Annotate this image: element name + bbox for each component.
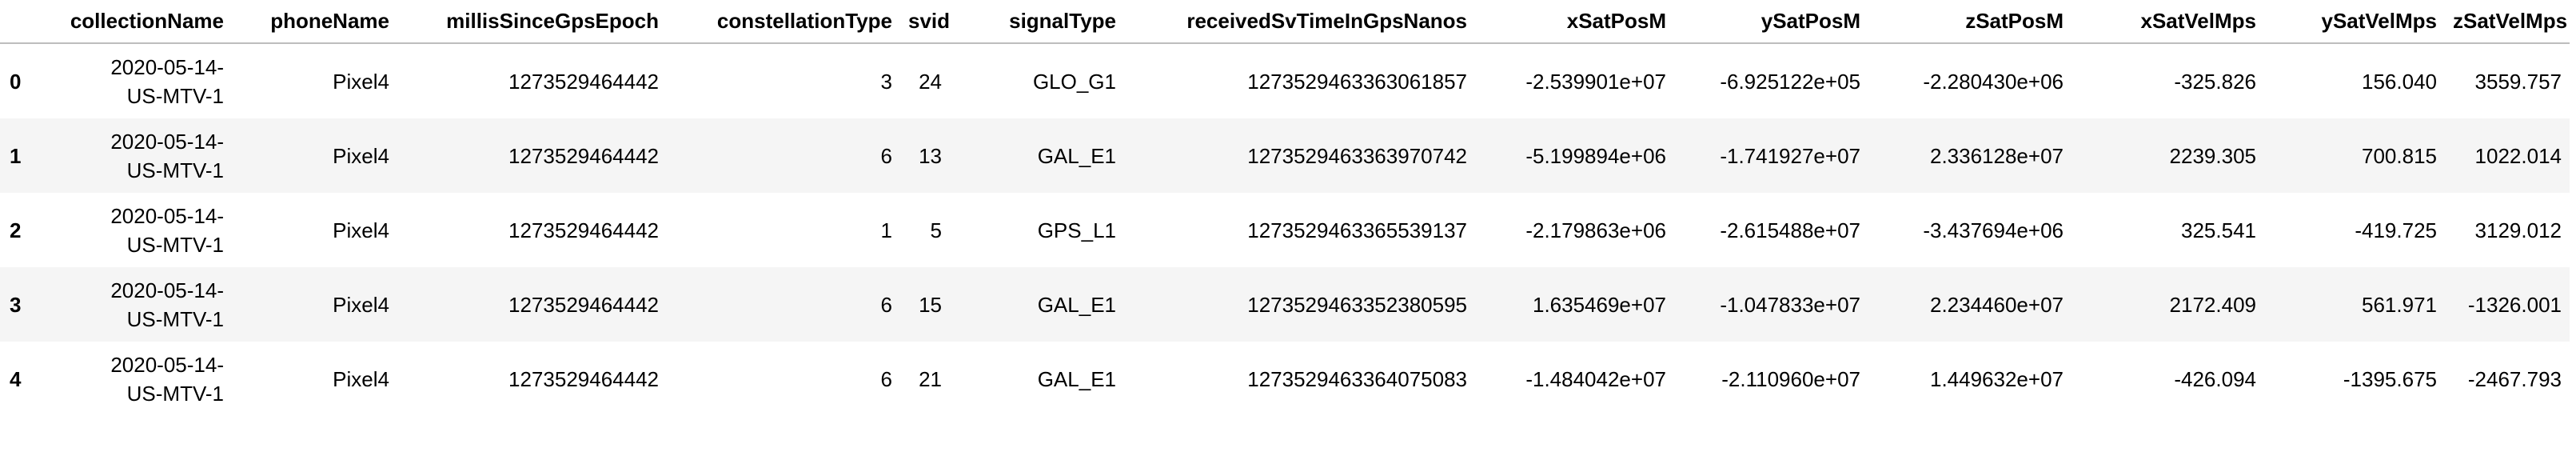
column-header-y-sat-vel: ySatVelMps xyxy=(2264,0,2445,44)
cell-phone-name: Pixel4 xyxy=(333,366,389,391)
cell-received-sv-time: 1273529463364075083 xyxy=(1247,366,1467,391)
column-header-x-sat-vel: xSatVelMps xyxy=(2072,0,2264,44)
column-header-constellation-type: constellationType xyxy=(667,0,900,44)
cell-x-sat-vel: -426.094 xyxy=(2174,366,2256,391)
cell-z-sat-vel: 3129.012 xyxy=(2474,218,2562,242)
cell-signal-type: GPS_L1 xyxy=(1037,218,1116,242)
cell-received-sv-time: 1273529463365539137 xyxy=(1247,218,1467,242)
cell-millis-since-gps-epoch: 1273529464442 xyxy=(397,118,667,193)
cell-millis-since-gps-epoch: 1273529464442 xyxy=(508,366,659,391)
cell-collection-name: 2020-05-14-US-MTV-1 xyxy=(110,352,224,406)
cell-x-sat-vel: 2172.409 xyxy=(2072,267,2264,342)
cell-millis-since-gps-epoch: 1273529464442 xyxy=(508,69,659,94)
cell-received-sv-time: 1273529463352380595 xyxy=(1124,267,1475,342)
column-header-index xyxy=(0,0,40,44)
cell-y-sat-pos: -1.047833e+07 xyxy=(1674,267,1868,342)
column-header-millis-since-gps-epoch: millisSinceGpsEpoch xyxy=(397,0,667,44)
cell-z-sat-pos: -3.437694e+06 xyxy=(1923,218,2064,242)
cell-signal-type: GAL_E1 xyxy=(950,267,1124,342)
dataframe-table: collectionName phoneName millisSinceGpsEpo… xyxy=(0,0,2570,416)
cell-collection-name: 2020-05-14-US-MTV-1 xyxy=(40,267,232,342)
header-row: collectionName phoneName millisSinceGpsEpo… xyxy=(0,0,2570,44)
column-header-y-sat-pos: ySatPosM xyxy=(1674,0,1868,44)
cell-svid: 13 xyxy=(900,118,950,193)
cell-x-sat-pos: -2.179863e+06 xyxy=(1525,218,1666,242)
cell-index: 4 xyxy=(10,366,22,391)
cell-z-sat-pos: 2.234460e+07 xyxy=(1868,267,2072,342)
column-header-z-sat-vel: zSatVelMps xyxy=(2445,0,2570,44)
cell-signal-type: GAL_E1 xyxy=(1037,366,1116,391)
cell-constellation-type: 3 xyxy=(880,69,892,94)
column-header-collection-name: collectionName xyxy=(40,0,232,44)
cell-collection-name: 2020-05-14-US-MTV-1 xyxy=(110,54,224,108)
cell-z-sat-vel: 1022.014 xyxy=(2445,118,2570,193)
cell-y-sat-pos: -1.741927e+07 xyxy=(1674,118,1868,193)
cell-x-sat-vel: -325.826 xyxy=(2174,69,2256,94)
column-header-z-sat-pos: zSatPosM xyxy=(1868,0,2072,44)
column-header-svid: svid xyxy=(900,0,950,44)
cell-z-sat-vel: -2467.793 xyxy=(2467,366,2562,391)
cell-x-sat-pos: -1.484042e+07 xyxy=(1525,366,1666,391)
table-row: 1 2020-05-14-US-MTV-1 Pixel4 1273529464442 6… xyxy=(0,118,2570,193)
cell-constellation-type: 6 xyxy=(667,267,900,342)
cell-constellation-type: 6 xyxy=(667,118,900,193)
cell-z-sat-vel: -1326.001 xyxy=(2445,267,2570,342)
cell-y-sat-vel: -1395.675 xyxy=(2343,366,2437,391)
cell-received-sv-time: 1273529463363061857 xyxy=(1247,69,1467,94)
cell-collection-name: 2020-05-14-US-MTV-1 xyxy=(110,203,224,257)
cell-x-sat-pos: 1.635469e+07 xyxy=(1475,267,1674,342)
table-row: 0 2020-05-14-US-MTV-1 Pixel4 1273529464442 3… xyxy=(0,43,2570,118)
column-header-received-sv-time: receivedSvTimeInGpsNanos xyxy=(1124,0,1475,44)
cell-z-sat-vel: 3559.757 xyxy=(2474,69,2562,94)
table-row: 4 2020-05-14-US-MTV-1 Pixel4 1273529464442 6… xyxy=(0,342,2570,416)
cell-x-sat-pos: -2.539901e+07 xyxy=(1525,69,1666,94)
cell-z-sat-pos: 1.449632e+07 xyxy=(1929,366,2064,391)
column-header-phone-name: phoneName xyxy=(232,0,397,44)
column-header-x-sat-pos: xSatPosM xyxy=(1475,0,1674,44)
cell-millis-since-gps-epoch: 1273529464442 xyxy=(397,267,667,342)
cell-y-sat-pos: -2.615488e+07 xyxy=(1720,218,1860,242)
cell-received-sv-time: 1273529463363970742 xyxy=(1124,118,1475,193)
cell-z-sat-pos: 2.336128e+07 xyxy=(1868,118,2072,193)
cell-phone-name: Pixel4 xyxy=(232,118,397,193)
cell-z-sat-pos: -2.280430e+06 xyxy=(1923,69,2064,94)
cell-phone-name: Pixel4 xyxy=(232,267,397,342)
cell-signal-type: GLO_G1 xyxy=(1032,69,1116,94)
column-header-signal-type: signalType xyxy=(950,0,1124,44)
cell-millis-since-gps-epoch: 1273529464442 xyxy=(508,218,659,242)
cell-x-sat-vel: 325.541 xyxy=(2181,218,2256,242)
cell-signal-type: GAL_E1 xyxy=(950,118,1124,193)
table-row: 3 2020-05-14-US-MTV-1 Pixel4 1273529464442 6… xyxy=(0,267,2570,342)
cell-y-sat-vel: 700.815 xyxy=(2264,118,2445,193)
cell-index: 3 xyxy=(0,267,40,342)
cell-index: 2 xyxy=(10,218,22,242)
cell-svid: 24 xyxy=(919,69,942,94)
cell-collection-name: 2020-05-14-US-MTV-1 xyxy=(40,118,232,193)
cell-y-sat-vel: -419.725 xyxy=(2355,218,2437,242)
cell-index: 0 xyxy=(10,69,22,94)
cell-y-sat-pos: -2.110960e+07 xyxy=(1721,366,1860,391)
cell-svid: 5 xyxy=(930,218,942,242)
cell-y-sat-vel: 156.040 xyxy=(2362,69,2437,94)
cell-constellation-type: 1 xyxy=(880,218,892,242)
cell-x-sat-pos: -5.199894e+06 xyxy=(1475,118,1674,193)
cell-svid: 15 xyxy=(900,267,950,342)
cell-y-sat-vel: 561.971 xyxy=(2264,267,2445,342)
cell-phone-name: Pixel4 xyxy=(333,69,389,94)
cell-index: 1 xyxy=(0,118,40,193)
cell-phone-name: Pixel4 xyxy=(333,218,389,242)
cell-x-sat-vel: 2239.305 xyxy=(2072,118,2264,193)
cell-svid: 21 xyxy=(919,366,942,391)
cell-y-sat-pos: -6.925122e+05 xyxy=(1720,69,1860,94)
table-row: 2 2020-05-14-US-MTV-1 Pixel4 1273529464442 1… xyxy=(0,193,2570,267)
cell-constellation-type: 6 xyxy=(880,366,892,391)
